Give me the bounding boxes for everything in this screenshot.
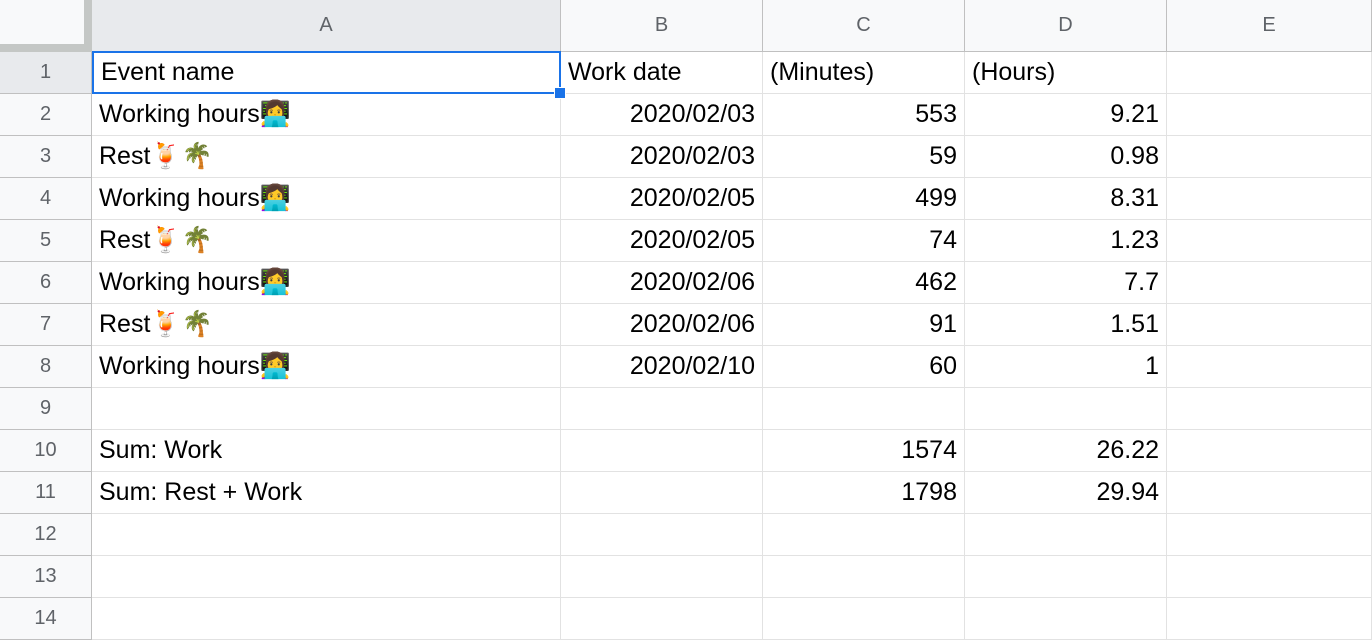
cell-b14[interactable] [561, 598, 763, 640]
cell-a13[interactable] [92, 556, 561, 598]
fill-handle[interactable] [554, 87, 566, 99]
cell-e8[interactable] [1167, 346, 1372, 388]
cell-b6[interactable]: 2020/02/06 [561, 262, 763, 304]
column-header-d[interactable]: D [965, 0, 1167, 52]
cell-b10[interactable] [561, 430, 763, 472]
cell-e6[interactable] [1167, 262, 1372, 304]
cell-e14[interactable] [1167, 598, 1372, 640]
cell-c7[interactable]: 91 [763, 304, 965, 346]
row-header-4[interactable]: 4 [0, 178, 92, 220]
cell-e5[interactable] [1167, 220, 1372, 262]
select-all-corner[interactable] [0, 0, 85, 45]
cell-d13[interactable] [965, 556, 1167, 598]
row-header-10[interactable]: 10 [0, 430, 92, 472]
cell-c5[interactable]: 74 [763, 220, 965, 262]
cell-c12[interactable] [763, 514, 965, 556]
cell-b7[interactable]: 2020/02/06 [561, 304, 763, 346]
cell-e1[interactable] [1167, 52, 1372, 94]
row-header-11[interactable]: 11 [0, 472, 92, 514]
cell-b4[interactable]: 2020/02/05 [561, 178, 763, 220]
cell-e4[interactable] [1167, 178, 1372, 220]
cell-a4[interactable]: Working hours👩‍💻 [92, 178, 561, 220]
cell-d9[interactable] [965, 388, 1167, 430]
cell-c4[interactable]: 499 [763, 178, 965, 220]
cell-a5[interactable]: Rest🍹🌴 [92, 220, 561, 262]
cell-b3[interactable]: 2020/02/03 [561, 136, 763, 178]
row-header-3[interactable]: 3 [0, 136, 92, 178]
cell-e9[interactable] [1167, 388, 1372, 430]
cell-d8[interactable]: 1 [965, 346, 1167, 388]
cell-a3[interactable]: Rest🍹🌴 [92, 136, 561, 178]
cell-d5[interactable]: 1.23 [965, 220, 1167, 262]
cell-b2[interactable]: 2020/02/03 [561, 94, 763, 136]
frozen-row-divider[interactable] [0, 44, 92, 52]
row-header-5[interactable]: 5 [0, 220, 92, 262]
row-header-9[interactable]: 9 [0, 388, 92, 430]
cell-d3[interactable]: 0.98 [965, 136, 1167, 178]
cell-b5[interactable]: 2020/02/05 [561, 220, 763, 262]
spreadsheet-grid: A B C D E 1 Event name Work date (Minutes) (Hours… [0, 0, 1372, 644]
cell-d2[interactable]: 9.21 [965, 94, 1167, 136]
cell-d6[interactable]: 7.7 [965, 262, 1167, 304]
cell-d10[interactable]: 26.22 [965, 430, 1167, 472]
cell-a6[interactable]: Working hours👩‍💻 [92, 262, 561, 304]
column-header-c[interactable]: C [763, 0, 965, 52]
row-header-12[interactable]: 12 [0, 514, 92, 556]
cell-b13[interactable] [561, 556, 763, 598]
cell-a8[interactable]: Working hours👩‍💻 [92, 346, 561, 388]
cell-d11[interactable]: 29.94 [965, 472, 1167, 514]
row-header-1[interactable]: 1 [0, 52, 92, 94]
cell-c8[interactable]: 60 [763, 346, 965, 388]
cell-e10[interactable] [1167, 430, 1372, 472]
cell-e3[interactable] [1167, 136, 1372, 178]
column-header-a[interactable]: A [92, 0, 561, 52]
row-header-6[interactable]: 6 [0, 262, 92, 304]
cell-a7[interactable]: Rest🍹🌴 [92, 304, 561, 346]
cell-c2[interactable]: 553 [763, 94, 965, 136]
cell-c6[interactable]: 462 [763, 262, 965, 304]
cell-c9[interactable] [763, 388, 965, 430]
cell-c14[interactable] [763, 598, 965, 640]
cell-d1[interactable]: (Hours) [965, 52, 1167, 94]
row-header-14[interactable]: 14 [0, 598, 92, 640]
row-header-7[interactable]: 7 [0, 304, 92, 346]
column-header-b[interactable]: B [561, 0, 763, 52]
cell-c1[interactable]: (Minutes) [763, 52, 965, 94]
column-header-e[interactable]: E [1167, 0, 1372, 52]
cell-a9[interactable] [92, 388, 561, 430]
cell-b11[interactable] [561, 472, 763, 514]
cell-e12[interactable] [1167, 514, 1372, 556]
cell-c13[interactable] [763, 556, 965, 598]
cell-e2[interactable] [1167, 94, 1372, 136]
cell-e13[interactable] [1167, 556, 1372, 598]
cell-e11[interactable] [1167, 472, 1372, 514]
cell-d7[interactable]: 1.51 [965, 304, 1167, 346]
cell-b1[interactable]: Work date [561, 52, 763, 94]
cell-a2[interactable]: Working hours👩‍💻 [92, 94, 561, 136]
row-header-13[interactable]: 13 [0, 556, 92, 598]
cell-d4[interactable]: 8.31 [965, 178, 1167, 220]
cell-c3[interactable]: 59 [763, 136, 965, 178]
cell-a12[interactable] [92, 514, 561, 556]
cell-d14[interactable] [965, 598, 1167, 640]
row-header-8[interactable]: 8 [0, 346, 92, 388]
cell-c10[interactable]: 1574 [763, 430, 965, 472]
cell-c11[interactable]: 1798 [763, 472, 965, 514]
row-header-2[interactable]: 2 [0, 94, 92, 136]
cell-b12[interactable] [561, 514, 763, 556]
cell-a14[interactable] [92, 598, 561, 640]
cell-e7[interactable] [1167, 304, 1372, 346]
cell-a10[interactable]: Sum: Work [92, 430, 561, 472]
cell-d12[interactable] [965, 514, 1167, 556]
cell-a1[interactable]: Event name [92, 51, 561, 94]
cell-a11[interactable]: Sum: Rest + Work [92, 472, 561, 514]
cell-b8[interactable]: 2020/02/10 [561, 346, 763, 388]
cell-b9[interactable] [561, 388, 763, 430]
